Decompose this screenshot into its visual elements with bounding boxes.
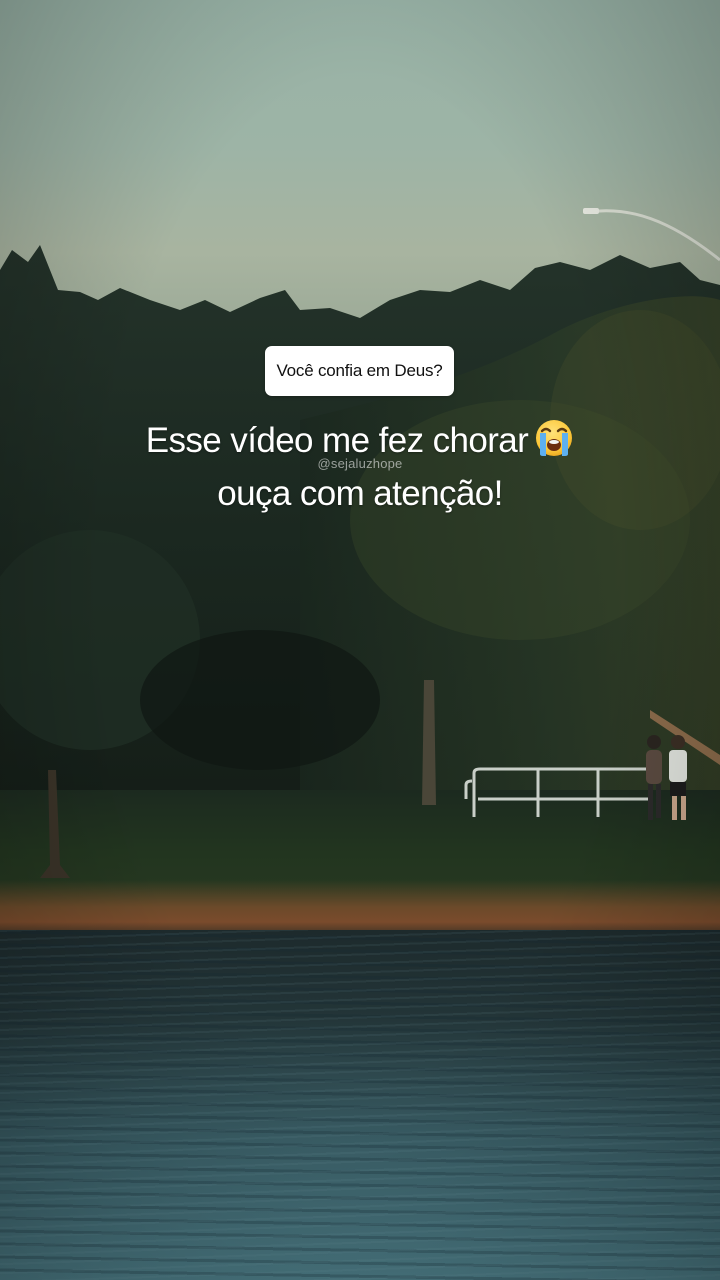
- question-sticker[interactable]: Você confia em Deus?: [265, 346, 454, 396]
- tree-trunk: [422, 680, 436, 805]
- walking-couple: [646, 735, 687, 820]
- metal-railing: [464, 767, 652, 817]
- caption-line-1-text: Esse vídeo me fez chorar: [145, 421, 529, 460]
- lake-water: [0, 930, 720, 1280]
- question-sticker-text: Você confia em Deus?: [276, 361, 443, 380]
- story-viewer[interactable]: Você confia em Deus? Esse vídeo me fez c…: [0, 0, 720, 1280]
- caption-line-2: ouça com atenção!: [217, 474, 503, 513]
- street-lamp: [583, 208, 720, 262]
- loudly-crying-face-icon: [536, 420, 573, 456]
- tree-trunk: [40, 770, 70, 878]
- watermark-handle: @sejaluzhope: [317, 456, 403, 471]
